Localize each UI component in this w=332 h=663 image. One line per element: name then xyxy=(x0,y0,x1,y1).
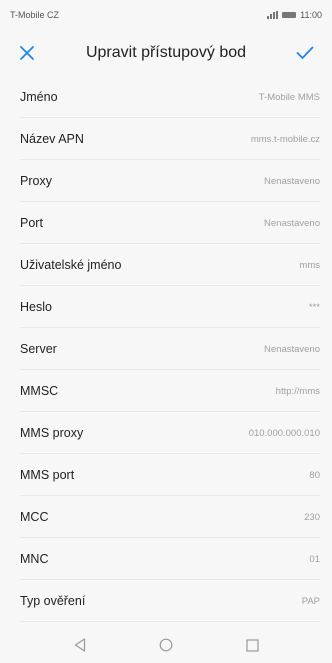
carrier-name: T-Mobile CZ xyxy=(10,10,60,20)
field-label: Heslo xyxy=(20,300,52,314)
apn-field-row[interactable]: Heslo *** xyxy=(0,286,332,328)
field-label: Proxy xyxy=(20,174,52,188)
check-icon[interactable] xyxy=(294,42,316,64)
status-bar: T-Mobile CZ 11:00 xyxy=(0,0,332,30)
field-label: Název APN xyxy=(20,132,84,146)
field-value: http://mms xyxy=(275,385,320,397)
field-label: Port xyxy=(20,216,43,230)
system-navbar xyxy=(0,627,332,663)
field-label: Jméno xyxy=(20,90,58,104)
field-value: mms.t-mobile.cz xyxy=(250,133,320,145)
field-value: T-Mobile MMS xyxy=(258,91,320,103)
field-value: mms xyxy=(299,259,320,271)
field-label: MMS port xyxy=(20,468,75,482)
home-circle-icon[interactable] xyxy=(159,638,173,652)
apn-field-row[interactable]: Server Nenastaveno xyxy=(0,328,332,370)
field-value: PAP xyxy=(301,595,320,607)
status-time: 11:00 xyxy=(300,10,322,20)
field-label: MCC xyxy=(20,510,49,524)
field-label: MMSC xyxy=(20,384,59,398)
field-value: Nenastaveno xyxy=(264,175,320,187)
apn-field-row[interactable]: Jméno T-Mobile MMS xyxy=(0,76,332,118)
field-label: Server xyxy=(20,342,57,356)
field-value: Nenastaveno xyxy=(264,217,320,229)
apn-field-row[interactable]: Proxy Nenastaveno xyxy=(0,160,332,202)
page-title: Upravit přístupový bod xyxy=(85,44,247,61)
recents-square-icon[interactable] xyxy=(245,638,259,652)
battery-icon xyxy=(282,12,297,18)
field-label: MMS proxy xyxy=(20,426,84,440)
apn-field-row[interactable]: Port Nenastaveno xyxy=(0,202,332,244)
field-value: *** xyxy=(308,301,320,313)
app-header: Upravit přístupový bod xyxy=(0,30,332,76)
field-label: MNC xyxy=(20,552,49,566)
apn-field-row[interactable]: MCC 230 xyxy=(0,496,332,538)
apn-settings-list: Jméno T-Mobile MMS Název APN mms.t-mobil… xyxy=(0,76,332,622)
apn-field-row[interactable]: Typ ověření PAP xyxy=(0,580,332,622)
apn-field-row[interactable]: MMSC http://mms xyxy=(0,370,332,412)
back-triangle-icon[interactable] xyxy=(73,638,87,652)
apn-field-row[interactable]: Uživatelské jméno mms xyxy=(0,244,332,286)
apn-field-row[interactable]: MMS proxy 010.000.000.010 xyxy=(0,412,332,454)
apn-field-row[interactable]: MNC 01 xyxy=(0,538,332,580)
status-icons: 11:00 xyxy=(267,10,322,20)
field-value: Nenastaveno xyxy=(264,343,320,355)
field-label: Typ ověření xyxy=(20,594,86,608)
apn-field-row[interactable]: Název APN mms.t-mobile.cz xyxy=(0,118,332,160)
apn-field-row[interactable]: MMS port 80 xyxy=(0,454,332,496)
signal-icon xyxy=(267,11,279,19)
field-value: 010.000.000.010 xyxy=(248,427,320,439)
field-value: 80 xyxy=(309,469,320,481)
field-value: 230 xyxy=(304,511,320,523)
field-value: 01 xyxy=(309,553,320,565)
field-label: Uživatelské jméno xyxy=(20,258,122,272)
close-icon[interactable] xyxy=(16,42,38,64)
